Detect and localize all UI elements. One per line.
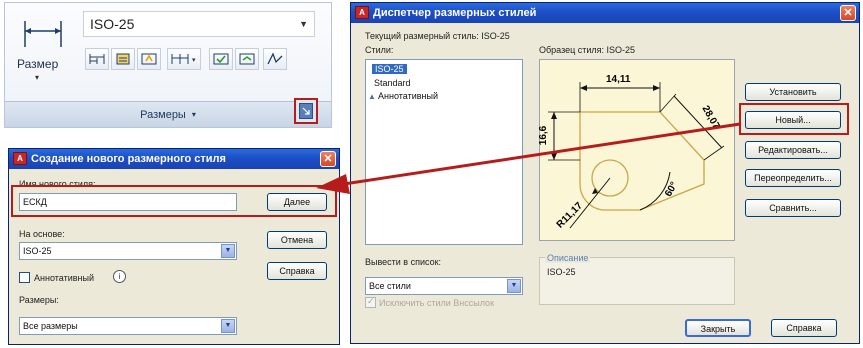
svg-text:▾: ▾ <box>192 57 196 64</box>
styles-list[interactable]: ISO-25 Standard ▲ Аннотативный <box>365 59 523 245</box>
exclude-xref-label: Исключить стили Внссылок <box>379 298 495 308</box>
autocad-app-icon: A <box>355 6 369 19</box>
chevron-down-icon: ▾ <box>191 110 196 119</box>
dimension-text-icon <box>116 53 130 65</box>
description-value: ISO-25 <box>547 267 576 277</box>
reassociate-dimension-icon <box>239 53 255 65</box>
description-box <box>539 257 735 305</box>
linear-dimension-icon <box>24 21 62 47</box>
close-icon[interactable]: ✕ <box>320 151 336 167</box>
style-item-standard[interactable]: Standard <box>374 78 411 88</box>
cancel-button[interactable]: Отмена <box>267 231 327 249</box>
dimension-style-value: ISO-25 <box>90 16 135 32</box>
checkmark-icon: ✓ <box>367 296 375 306</box>
dimension-update-icon <box>141 53 157 65</box>
dim-left-text: 16,6 <box>538 125 550 146</box>
panel-title: Размеры <box>140 108 186 121</box>
based-on-value: ISO-25 <box>23 246 52 256</box>
linear-dimension-tool[interactable]: Размер ▾ <box>13 9 73 89</box>
dimension-style-manager-dialog: A Диспетчер размерных стилей ✕ Текущий р… <box>350 2 860 344</box>
annotative-triangle-icon: ▲ <box>368 92 376 101</box>
use-for-value: Все размеры <box>23 321 78 331</box>
size-label: Размер <box>17 57 59 71</box>
continue-dimension-icon: ▾ <box>171 54 196 64</box>
chevron-down-icon: ▼ <box>221 244 235 258</box>
close-icon[interactable]: ✕ <box>840 5 856 21</box>
styles-label: Стили: <box>365 45 394 55</box>
use-for-combo[interactable]: Все размеры ▼ <box>19 317 237 335</box>
title-bar[interactable]: A Диспетчер размерных стилей ✕ <box>351 3 859 23</box>
dim-top-text: 14,11 <box>606 74 631 85</box>
dialog-title: Диспетчер размерных стилей <box>373 7 537 19</box>
dialog-title: Создание нового размерного стиля <box>31 153 226 165</box>
jog-line-icon <box>267 52 283 65</box>
based-on-combo[interactable]: ISO-25 ▼ <box>19 242 237 260</box>
info-icon[interactable]: i <box>113 270 126 283</box>
style-preview: 14,11 16,6 28,07 60° R11,17 <box>538 59 735 241</box>
panel-title-bar[interactable]: Размеры ▾ <box>5 101 331 127</box>
baseline-dimension-icon <box>89 54 105 64</box>
dimension-text-button[interactable] <box>111 48 135 70</box>
title-bar[interactable]: A Создание нового размерного стиля ✕ <box>9 149 339 169</box>
autocad-app-icon: A <box>13 152 27 165</box>
chevron-down-icon: ▼ <box>299 19 308 29</box>
dimension-ribbon-panel: Размер ▾ ISO-25 ▼ ▾ Размеры ▾ <box>4 2 332 128</box>
new-button-highlight <box>739 103 849 135</box>
check-dimension-icon <box>213 53 229 65</box>
annotative-label: Аннотативный <box>34 273 94 283</box>
dimension-style-dropdown[interactable]: ISO-25 ▼ <box>83 11 315 37</box>
help-button[interactable]: Справка <box>771 319 837 337</box>
continue-dimension-button[interactable]: ▾ <box>167 48 201 70</box>
chevron-down-icon: ▾ <box>35 73 40 82</box>
annotative-checkbox[interactable] <box>19 272 30 283</box>
close-button[interactable]: Закрыть <box>685 319 751 337</box>
use-for-label: Размеры: <box>19 295 59 305</box>
based-on-label: На основе: <box>19 229 65 239</box>
description-label: Описание <box>545 253 591 263</box>
style-item-annotative[interactable]: Аннотативный <box>378 91 438 101</box>
reassociate-dimension-button[interactable] <box>235 48 259 70</box>
compare-button[interactable]: Сравнить... <box>745 199 841 217</box>
list-filter-combo[interactable]: Все стили ▼ <box>365 277 523 295</box>
exclude-xref-checkbox: ✓ <box>365 296 376 308</box>
override-button[interactable]: Переопределить... <box>745 169 841 187</box>
baseline-dimension-button[interactable] <box>85 48 109 70</box>
name-row-highlight <box>11 185 337 217</box>
help-button[interactable]: Справка <box>267 262 327 280</box>
list-filter-value: Все стили <box>369 281 411 291</box>
chevron-down-icon: ▼ <box>221 319 235 333</box>
style-item-iso25[interactable]: ISO-25 <box>372 64 407 74</box>
dialog-launcher-icon <box>299 103 313 119</box>
list-filter-label: Вывести в список: <box>365 257 442 267</box>
check-dimension-button[interactable] <box>209 48 233 70</box>
chevron-down-icon: ▼ <box>507 279 521 293</box>
preview-label: Образец стиля: ISO-25 <box>539 45 636 55</box>
dimension-style-launcher-button[interactable] <box>294 98 318 124</box>
current-style-label: Текущий размерный стиль: ISO-25 <box>365 31 510 41</box>
dimension-update-button[interactable] <box>137 48 161 70</box>
set-current-button[interactable]: Установить <box>745 83 841 101</box>
new-dimension-style-dialog: A Создание нового размерного стиля ✕ Имя… <box>8 148 340 345</box>
modify-button[interactable]: Редактировать... <box>745 141 841 159</box>
jog-dimension-button[interactable] <box>263 48 287 70</box>
